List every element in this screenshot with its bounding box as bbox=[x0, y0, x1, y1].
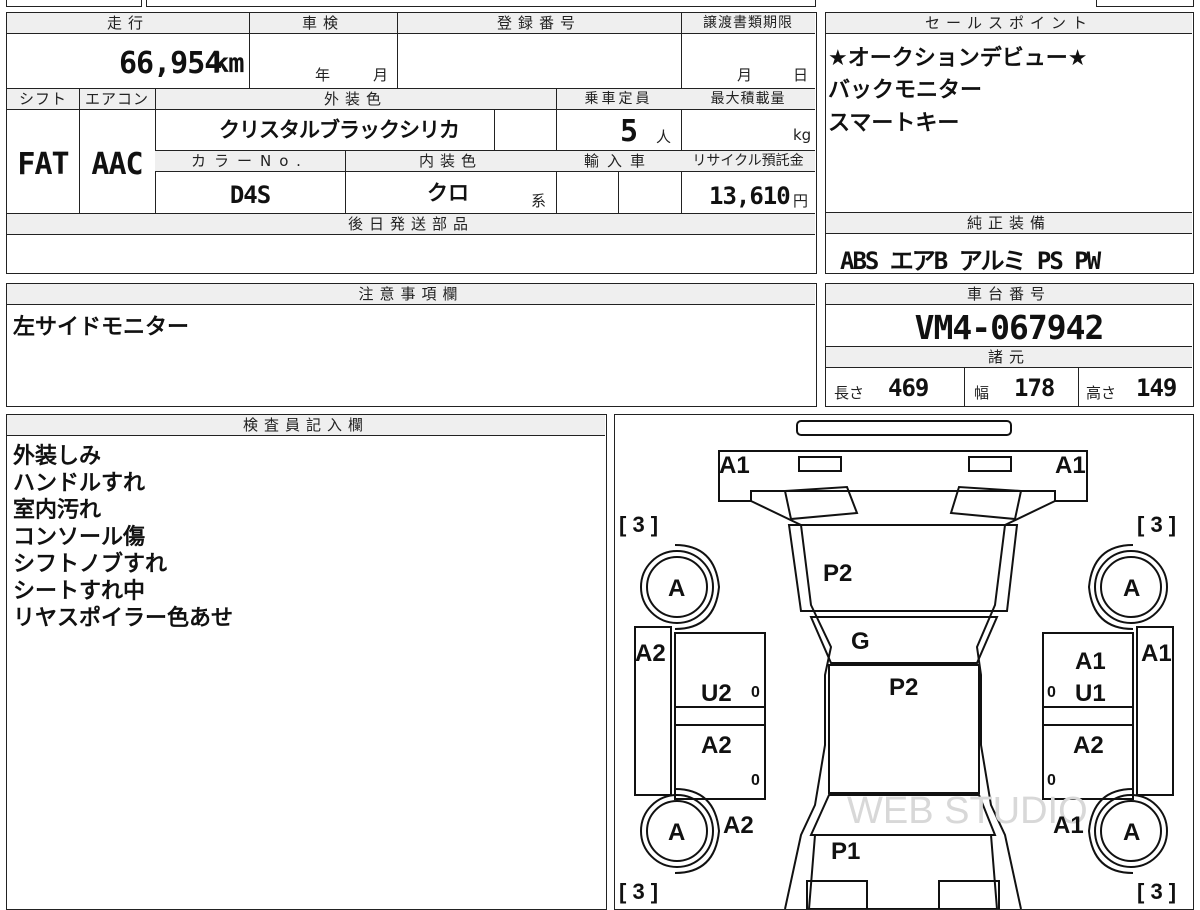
mark-right-front-door: U1 bbox=[1075, 680, 1106, 707]
interior-color-value: クロ 系 bbox=[427, 181, 547, 210]
wheel-front-right: A bbox=[1123, 575, 1140, 602]
zero-mark: 0 bbox=[751, 772, 760, 789]
car-diagram: WEB STUDIO A1 A1 P2 G P2 P1 U2 A2 U1 A2 … bbox=[619, 420, 1176, 909]
chassis-no-value: VM4-067942 bbox=[914, 308, 1105, 347]
import-header: 輸入車 bbox=[556, 151, 681, 172]
bracket-front-left: [ 3 ] bbox=[619, 512, 658, 537]
mark-left-front-door: U2 bbox=[701, 680, 732, 707]
notes-header: 注意事項欄 bbox=[7, 284, 815, 305]
recycle-header: リサイクル預託金 bbox=[681, 151, 815, 172]
top-strip-right bbox=[1096, 0, 1194, 7]
later-parts-header: 後日発送部品 bbox=[7, 214, 815, 235]
inspector-note: コンソール傷 bbox=[13, 525, 146, 550]
bracket-rear-left: [ 3 ] bbox=[619, 879, 658, 904]
sales-points-header: セールスポイント bbox=[826, 13, 1192, 34]
exterior-color-header: 外装色 bbox=[155, 89, 556, 110]
zero-mark: 0 bbox=[1047, 684, 1056, 701]
mark-hood: P2 bbox=[823, 560, 852, 587]
sales-points-list: ★オークションデビュー★ バックモニター スマートキー bbox=[828, 45, 1188, 137]
mark-windshield: G bbox=[851, 628, 870, 655]
mark-trunk: P1 bbox=[831, 838, 860, 865]
sales-point-item: スマートキー bbox=[828, 111, 960, 136]
inspector-note: 室内汚れ bbox=[13, 498, 102, 523]
color-no-header: カラーNo. bbox=[155, 151, 345, 172]
mileage-value: 66,954 km bbox=[119, 46, 245, 81]
zero-mark: 0 bbox=[1047, 772, 1056, 789]
mark-right-front-door-2: A1 bbox=[1075, 648, 1106, 675]
top-strip-mid bbox=[146, 0, 816, 7]
exterior-color-value: クリスタルブラックシリカ bbox=[219, 118, 460, 142]
mark-right-fender: A1 bbox=[1141, 640, 1172, 667]
inspector-note: リヤスポイラー色あせ bbox=[13, 606, 234, 631]
color-no-value: D4S bbox=[229, 181, 271, 209]
watermark: WEB STUDIO bbox=[847, 790, 1088, 832]
aircon-value: AAC bbox=[91, 147, 143, 182]
bracket-front-right: [ 3 ] bbox=[1137, 512, 1176, 537]
inspector-note: シフトノブすれ bbox=[13, 552, 168, 577]
shaken-value: 年 月 bbox=[315, 66, 389, 84]
mark-left-rear-door: A2 bbox=[701, 732, 732, 759]
recycle-value: 13,610 円 bbox=[709, 182, 809, 210]
mark-left-rear-quarter: A2 bbox=[723, 812, 754, 839]
wheel-front-left: A bbox=[668, 575, 685, 602]
genuine-equipment-header: 純正装備 bbox=[826, 213, 1192, 234]
inspector-note: シートすれ中 bbox=[13, 579, 146, 604]
inspector-note: 外装しみ bbox=[13, 444, 102, 469]
inspector-notes-list: 外装しみ ハンドルすれ 室内汚れ コンソール傷 シフトノブすれ シートすれ中 リ… bbox=[13, 443, 233, 632]
notes-value: 左サイドモニター bbox=[13, 315, 190, 340]
sales-point-item: バックモニター bbox=[828, 78, 983, 103]
transfer-deadline-header: 譲渡書類期限 bbox=[681, 13, 815, 34]
vehicle-info-box: 走行 車検 登録番号 譲渡書類期限 66,954 km 年 月 月 日 シフト … bbox=[6, 12, 817, 274]
zero-mark: 0 bbox=[751, 684, 760, 701]
genuine-equipment-value: ABS エアB アルミ PS PW bbox=[840, 247, 1101, 275]
mark-right-rear-door: A2 bbox=[1073, 732, 1104, 759]
shift-header: シフト bbox=[7, 89, 79, 110]
sales-point-item: ★オークションデビュー★ bbox=[828, 46, 1088, 71]
bracket-rear-right: [ 3 ] bbox=[1137, 879, 1176, 904]
mark-roof: P2 bbox=[889, 674, 918, 701]
capacity-header: 乗車定員 bbox=[556, 89, 681, 110]
wheel-rear-left: A bbox=[668, 819, 685, 846]
notes-box: 注意事項欄 左サイドモニター bbox=[6, 283, 817, 407]
sales-points-box: セールスポイント ★オークションデビュー★ バックモニター スマートキー 純正装… bbox=[825, 12, 1194, 275]
mark-right-rear-quarter: A1 bbox=[1053, 812, 1084, 839]
shift-value: FAT bbox=[17, 147, 69, 182]
chassis-box: 車台番号 VM4-067942 諸元 長さ 469 幅 178 高さ 149 bbox=[825, 283, 1194, 407]
aircon-header: エアコン bbox=[79, 89, 155, 110]
max-load-value: kg bbox=[793, 126, 812, 144]
mark-front-right: A1 bbox=[1055, 452, 1086, 479]
mark-front-left: A1 bbox=[719, 452, 750, 479]
inspector-note: ハンドルすれ bbox=[13, 471, 146, 496]
chassis-no-header: 車台番号 bbox=[826, 284, 1192, 305]
car-diagram-box: WEB STUDIO A1 A1 P2 G P2 P1 U2 A2 U1 A2 … bbox=[614, 414, 1194, 910]
mark-left-fender: A2 bbox=[635, 640, 666, 667]
transfer-deadline-value: 月 日 bbox=[737, 66, 809, 84]
capacity-value: 5 人 bbox=[620, 114, 672, 149]
shaken-header: 車検 bbox=[249, 13, 397, 34]
mileage-header: 走行 bbox=[7, 13, 249, 34]
inspector-header: 検査員記入欄 bbox=[7, 415, 605, 436]
max-load-header: 最大積載量 bbox=[681, 89, 815, 110]
registration-header: 登録番号 bbox=[397, 13, 681, 34]
inspector-box: 検査員記入欄 外装しみ ハンドルすれ 室内汚れ コンソール傷 シフトノブすれ シ… bbox=[6, 414, 607, 910]
wheel-rear-right: A bbox=[1123, 819, 1140, 846]
specs-header: 諸元 bbox=[826, 347, 1192, 368]
top-strip-left bbox=[6, 0, 142, 7]
interior-color-header: 内装色 bbox=[345, 151, 556, 172]
